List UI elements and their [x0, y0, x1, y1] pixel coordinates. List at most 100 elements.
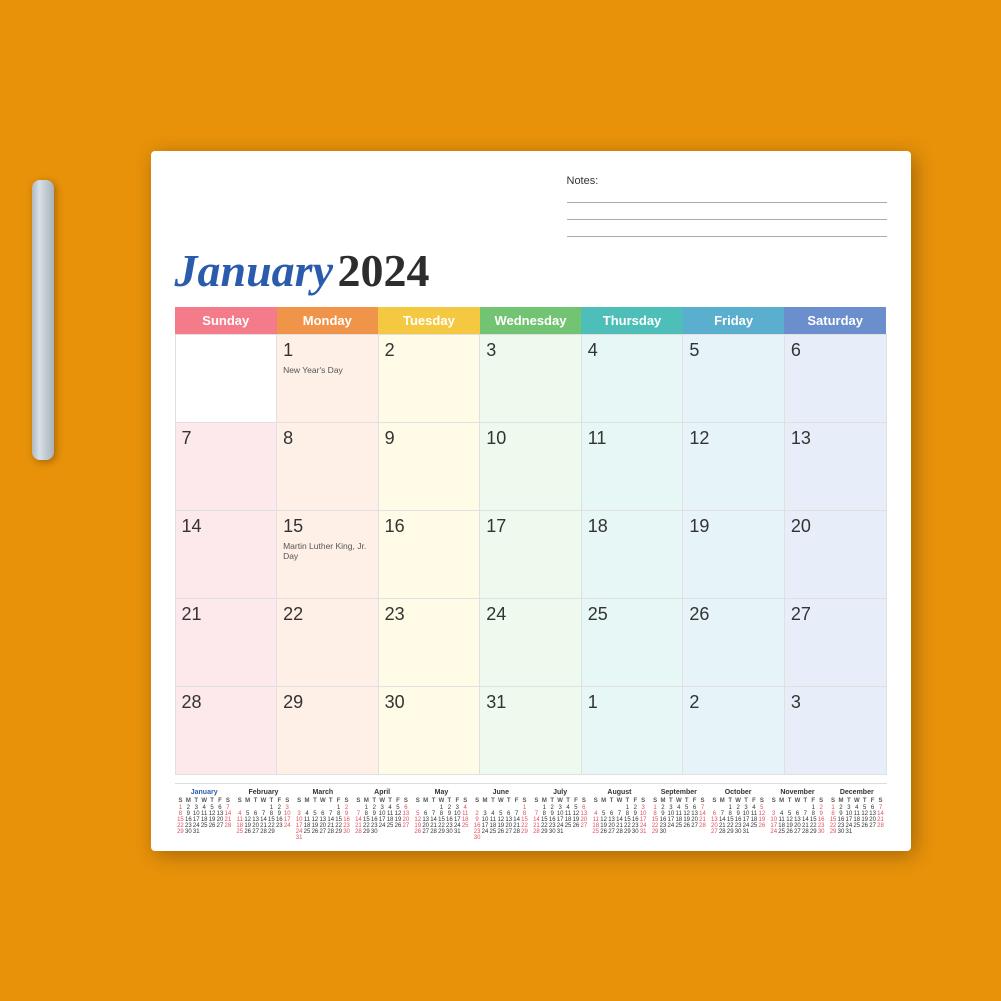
day-number: 2: [689, 692, 778, 713]
day-number: 14: [182, 516, 271, 537]
calendar-day-cell: 18: [581, 510, 683, 598]
calendar-day-cell: 1: [581, 686, 683, 774]
day-number: 21: [182, 604, 271, 625]
notes-line-1: [567, 189, 887, 203]
day-number: 31: [486, 692, 575, 713]
mini-cal-header: SMTWTFS: [354, 798, 409, 804]
calendar-day-cell: [175, 334, 277, 422]
calendar-day-cell: 5: [683, 334, 785, 422]
notes-line-2: [567, 206, 887, 220]
col-tuesday: Tuesday: [378, 307, 480, 335]
day-number: 4: [588, 340, 677, 361]
mini-cal-header: SMTWTFS: [829, 798, 884, 804]
calendar-page: Notes: January 2024 Sunday Monday Tuesda…: [151, 151, 911, 851]
col-saturday: Saturday: [784, 307, 886, 335]
mini-cal-header: SMTWTFS: [414, 798, 469, 804]
mini-cal-row: 282930: [354, 829, 409, 835]
mini-cal-title: March: [295, 789, 350, 796]
mini-calendar-august: AugustSMTWTFS123456789101112131415161718…: [590, 789, 649, 841]
mini-cal-title: February: [236, 789, 291, 796]
mini-cal-title: December: [829, 789, 884, 796]
day-number: 16: [385, 516, 474, 537]
day-number: 15: [283, 516, 372, 537]
day-number: 6: [791, 340, 880, 361]
month-title: January 2024: [175, 244, 887, 297]
mini-cal-header: SMTWTFS: [770, 798, 825, 804]
calendar-day-cell: 11: [581, 422, 683, 510]
mini-cal-row: 2526272829: [236, 829, 291, 835]
day-number: 1: [283, 340, 372, 361]
mini-cal-row: 25262728293031: [592, 829, 647, 835]
day-number: 3: [791, 692, 880, 713]
calendar-day-cell: 31: [480, 686, 582, 774]
calendar-table: Sunday Monday Tuesday Wednesday Thursday…: [175, 307, 887, 775]
mini-cal-header: SMTWTFS: [532, 798, 587, 804]
mini-cal-title: June: [473, 789, 528, 796]
mini-cal-header: SMTWTFS: [295, 798, 350, 804]
mini-cal-header: SMTWTFS: [177, 798, 232, 804]
calendar-day-cell: 27: [784, 598, 886, 686]
calendar-day-cell: 23: [378, 598, 480, 686]
calendar-day-cell: 21: [175, 598, 277, 686]
mini-calendar-february: FebruarySMTWTFS1234567891011121314151617…: [234, 789, 293, 841]
calendar-day-cell: 3: [784, 686, 886, 774]
mini-cal-row: 293031: [829, 829, 884, 835]
calendar-day-cell: 13: [784, 422, 886, 510]
mini-calendar-november: NovemberSMTWTFS1234567891011121314151617…: [768, 789, 827, 841]
day-number: 3: [486, 340, 575, 361]
day-number: 1: [588, 692, 677, 713]
mini-cal-title: April: [354, 789, 409, 796]
mini-calendars-row: JanuarySMTWTFS12345678910111213141516171…: [175, 783, 887, 841]
notes-line-3: [567, 223, 887, 237]
month-label: January: [175, 245, 333, 296]
mini-cal-title: January: [177, 789, 232, 796]
mini-calendar-april: AprilSMTWTFS1234567891011121314151617181…: [352, 789, 411, 841]
day-number: 10: [486, 428, 575, 449]
calendar-day-cell: 10: [480, 422, 582, 510]
calendar-day-cell: 7: [175, 422, 277, 510]
col-thursday: Thursday: [581, 307, 683, 335]
mini-cal-header: SMTWTFS: [592, 798, 647, 804]
day-number: 19: [689, 516, 778, 537]
day-number: 27: [791, 604, 880, 625]
mini-cal-row: 31: [295, 835, 350, 841]
day-number: 23: [385, 604, 474, 625]
mini-cal-row: 2930: [651, 829, 706, 835]
calendar-day-cell: 17: [480, 510, 582, 598]
calendar-body: 1New Year's Day23456789101112131415Marti…: [175, 334, 886, 774]
calendar-day-cell: 19: [683, 510, 785, 598]
notes-area: Notes:: [567, 171, 887, 240]
mini-cal-row: 28293031: [532, 829, 587, 835]
col-monday: Monday: [277, 307, 379, 335]
col-sunday: Sunday: [175, 307, 277, 335]
day-number: 5: [689, 340, 778, 361]
day-number: 13: [791, 428, 880, 449]
mini-cal-header: SMTWTFS: [473, 798, 528, 804]
notes-label: Notes:: [567, 175, 599, 187]
calendar-day-cell: 8: [277, 422, 379, 510]
calendar-week-row: 28293031123: [175, 686, 886, 774]
calendar-week-row: 78910111213: [175, 422, 886, 510]
mini-cal-title: August: [592, 789, 647, 796]
calendar-day-cell: 26: [683, 598, 785, 686]
calendar-week-row: 21222324252627: [175, 598, 886, 686]
calendar-day-cell: 29: [277, 686, 379, 774]
mini-cal-title: May: [414, 789, 469, 796]
col-friday: Friday: [683, 307, 785, 335]
calendar-day-cell: 22: [277, 598, 379, 686]
day-number: 12: [689, 428, 778, 449]
mini-calendar-october: OctoberSMTWTFS12345678910111213141516171…: [708, 789, 767, 841]
calendar-day-cell: 16: [378, 510, 480, 598]
mini-calendar-september: SeptemberSMTWTFS123456789101112131415161…: [649, 789, 708, 841]
day-number: 7: [182, 428, 271, 449]
days-header-row: Sunday Monday Tuesday Wednesday Thursday…: [175, 307, 886, 335]
calendar-day-cell: 4: [581, 334, 683, 422]
calendar-day-cell: 20: [784, 510, 886, 598]
day-number: 30: [385, 692, 474, 713]
day-number: 22: [283, 604, 372, 625]
year-label: 2024: [337, 245, 429, 296]
calendar-day-cell: 24: [480, 598, 582, 686]
day-number: 2: [385, 340, 474, 361]
day-number: 8: [283, 428, 372, 449]
calendar-week-row: 1415Martin Luther King, Jr. Day161718192…: [175, 510, 886, 598]
